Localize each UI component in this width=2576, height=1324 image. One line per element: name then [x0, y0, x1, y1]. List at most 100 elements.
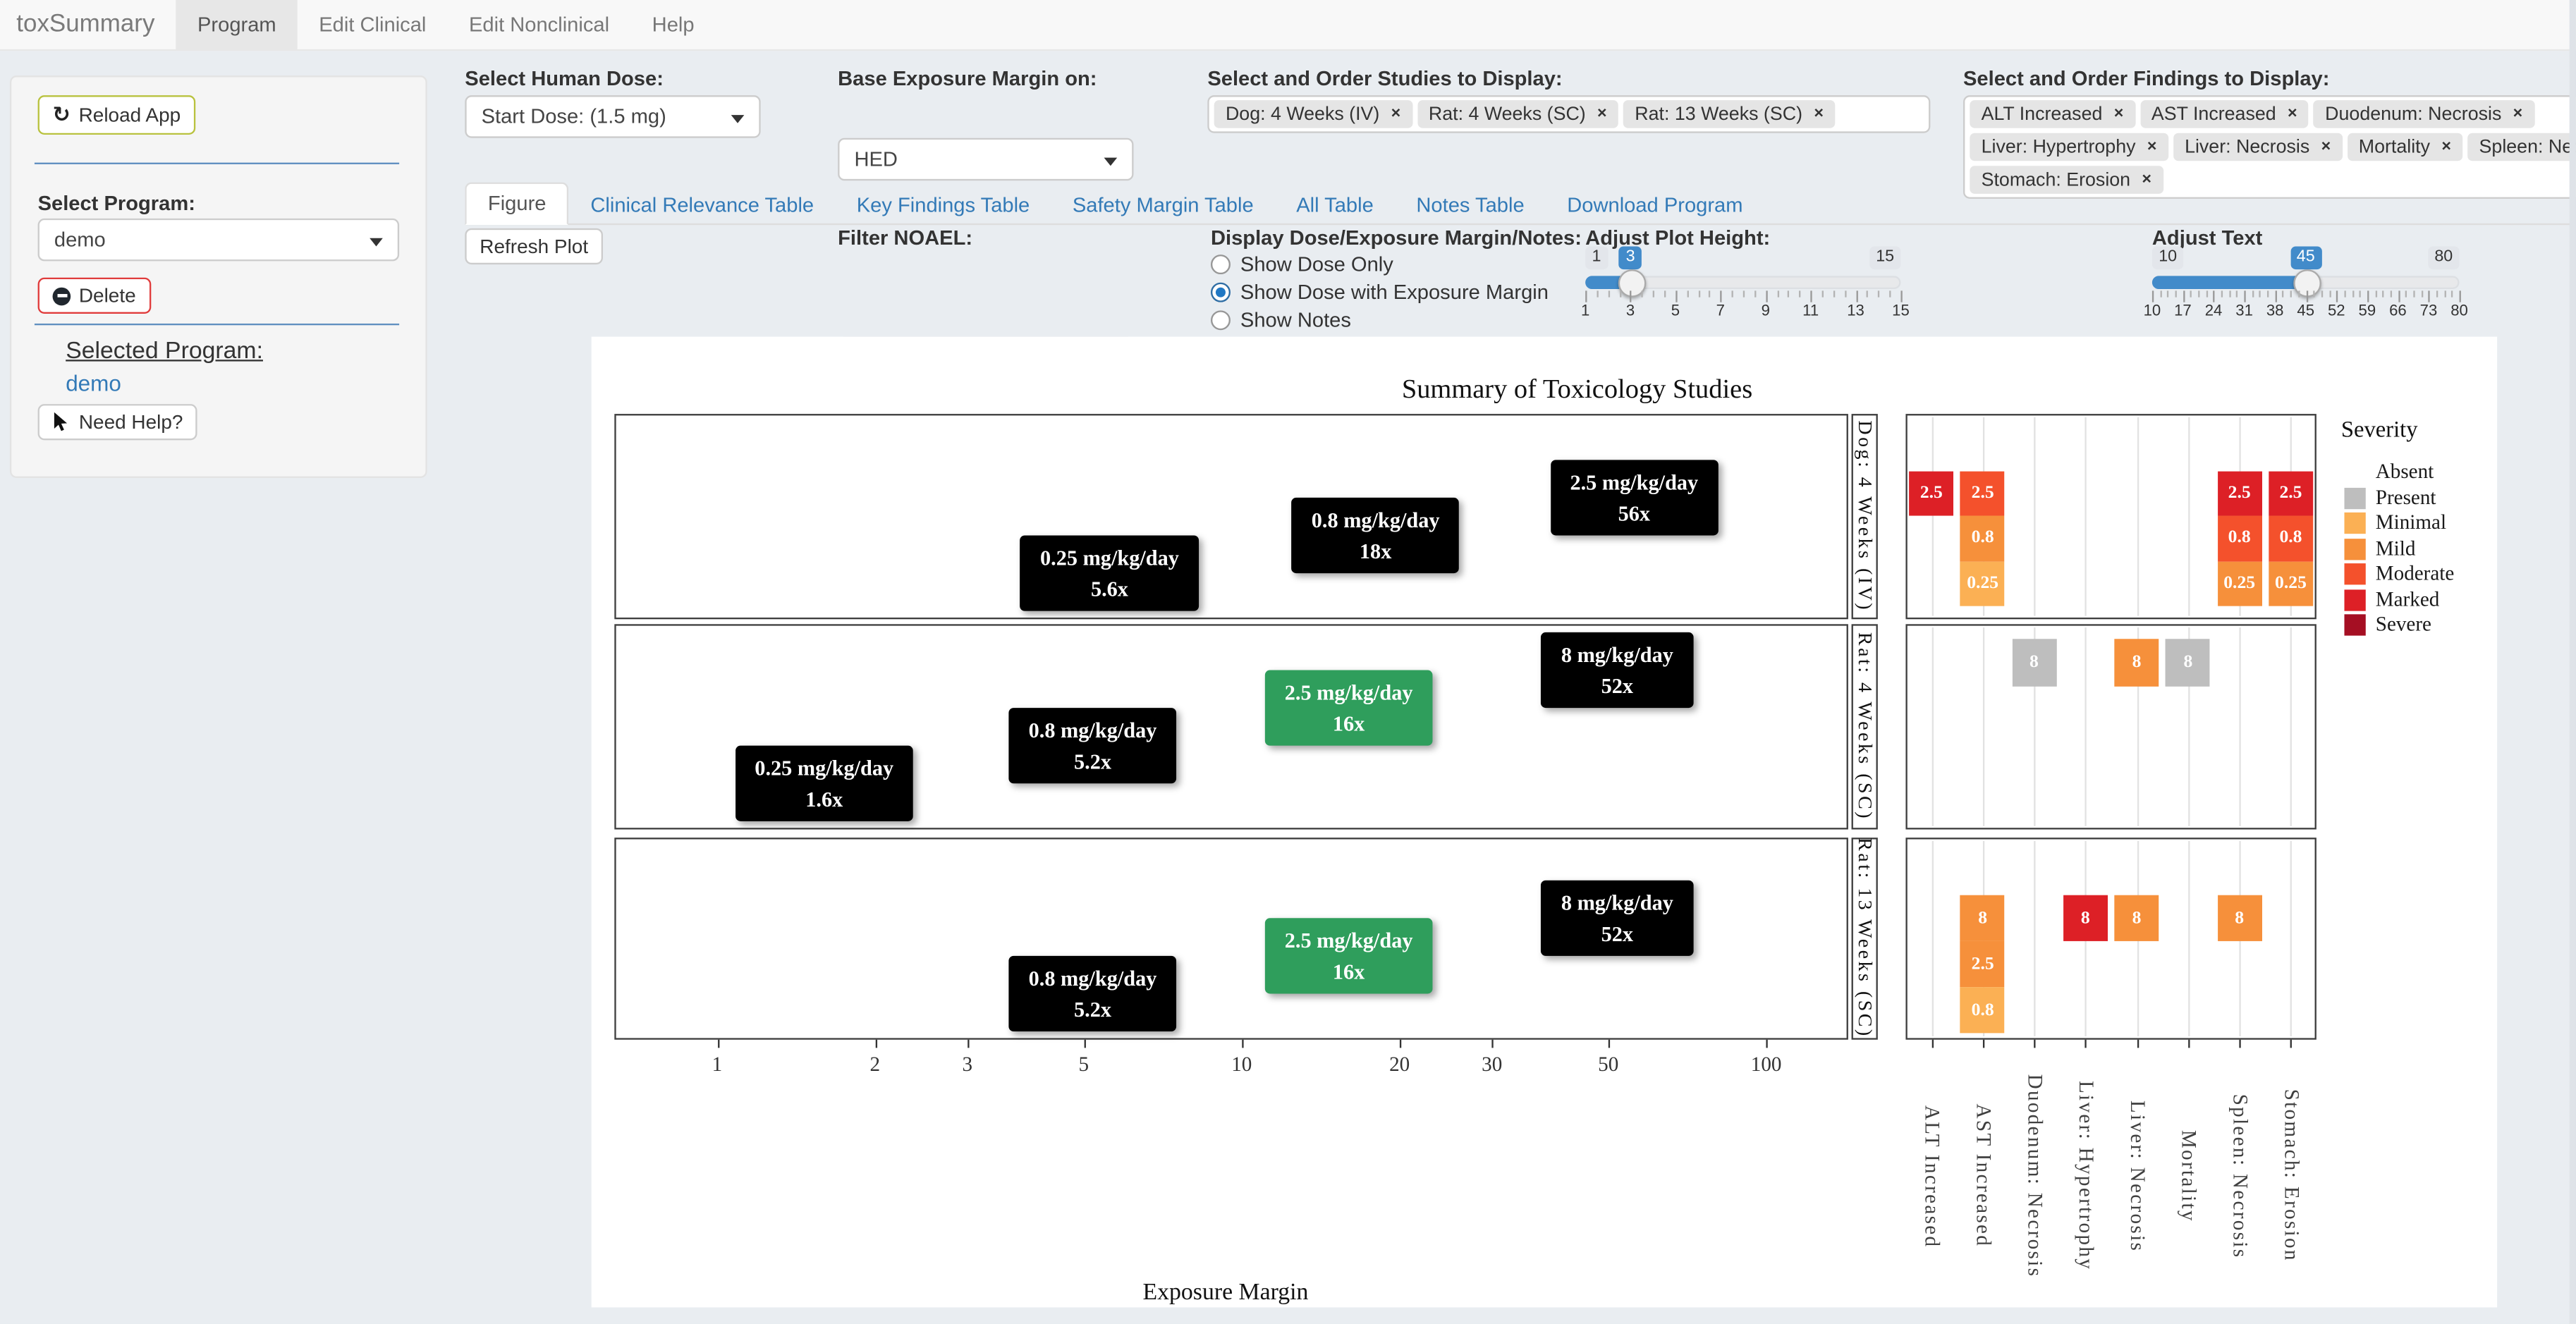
tab-figure[interactable]: Figure [465, 183, 569, 226]
slider-minor-tick [1687, 290, 1688, 297]
adjust-text-slider[interactable]: 1080451017243138455259667380 [2152, 246, 2460, 321]
human-dose-value: Start Dose: (1.5 mg) [482, 105, 666, 128]
studies-tagbox[interactable]: Dog: 4 Weeks (IV)×Rat: 4 Weeks (SC)×Rat:… [1207, 95, 1930, 133]
slider-major-tick [1856, 290, 1857, 302]
tab-clinical-relevance-table[interactable]: Clinical Relevance Table [569, 185, 835, 225]
dose-label: 0.8 mg/kg/day [1029, 714, 1157, 745]
slider-minor-tick [2160, 290, 2161, 297]
radio-option-show-dose-only[interactable]: Show Dose Only [1211, 251, 1549, 277]
remove-tag-icon[interactable]: × [2114, 106, 2124, 122]
dose-label: 2.5 mg/kg/day [1570, 467, 1698, 498]
exposure-margin-label: 5.6x [1040, 573, 1179, 604]
finding-column-label: Liver: Hypertrophy [2073, 1081, 2098, 1270]
legend-label: Present [2376, 485, 2436, 510]
reload-app-label: Reload App [79, 104, 181, 127]
finding-tag-liver-hypertrophy[interactable]: Liver: Hypertrophy× [1970, 133, 2168, 161]
finding-tag-duodenum-necrosis[interactable]: Duodenum: Necrosis × [2314, 100, 2534, 128]
delete-program-button[interactable]: Delete [38, 278, 151, 314]
legend-swatch [2344, 614, 2365, 635]
remove-tag-icon[interactable]: × [1391, 106, 1401, 122]
dose-label: 0.25 mg/kg/day [755, 752, 893, 783]
slider-minor-tick [1608, 290, 1609, 297]
legend-swatch [2344, 538, 2365, 559]
legend-swatch [2344, 513, 2365, 534]
study-tag-rat-13-weeks-sc[interactable]: Rat: 13 Weeks (SC)× [1623, 100, 1835, 128]
human-dose-select[interactable]: Start Dose: (1.5 mg) [465, 95, 760, 138]
study-tag-dog-4-weeks-iv[interactable]: Dog: 4 Weeks (IV)× [1214, 100, 1412, 128]
remove-tag-icon[interactable]: × [2288, 106, 2297, 122]
finding-tag-label: Duodenum: Necrosis [2325, 104, 2501, 124]
sidebar-divider [35, 163, 399, 164]
findings-tagbox[interactable]: ALT Increased×AST Increased×Duodenum: Ne… [1963, 95, 2576, 199]
severity-cell: 0.8 [2217, 516, 2261, 561]
scrollbar[interactable] [2570, 0, 2576, 1324]
tab-key-findings-table[interactable]: Key Findings Table [835, 185, 1051, 225]
finding-label-wrap: Mortality [2172, 1053, 2205, 1299]
slider-minor-tick [2421, 290, 2422, 297]
nav-item-edit-clinical[interactable]: Edit Clinical [298, 0, 448, 49]
finding-tag-mortality[interactable]: Mortality× [2347, 133, 2462, 161]
slider-minor-tick [1642, 290, 1643, 297]
nav-item-edit-nonclinical[interactable]: Edit Nonclinical [448, 0, 631, 49]
sidebar-divider-2 [35, 324, 399, 325]
sidebar-panel: ↻ Reload App Select Program: demo Delete… [10, 75, 427, 478]
remove-tag-icon[interactable]: × [2441, 139, 2451, 155]
remove-tag-icon[interactable]: × [1814, 106, 1824, 122]
exposure-margin-label: 52x [1561, 670, 1673, 701]
slider-minor-tick [2175, 290, 2177, 297]
selected-program-value[interactable]: demo [66, 372, 121, 396]
need-help-button[interactable]: Need Help? [38, 404, 198, 440]
severity-cell: 8 [2115, 895, 2159, 940]
slider-minor-tick [2383, 290, 2384, 297]
x-axis-tick [967, 1040, 969, 1048]
remove-tag-icon[interactable]: × [1597, 106, 1607, 122]
remove-tag-icon[interactable]: × [2513, 106, 2523, 122]
reload-app-button[interactable]: ↻ Reload App [38, 95, 196, 135]
slider-major-tick [1675, 290, 1677, 302]
radio-option-show-notes[interactable]: Show Notes [1211, 307, 1549, 333]
finding-tag-ast-increased[interactable]: AST Increased× [2140, 100, 2309, 128]
base-margin-select[interactable]: HED [838, 138, 1133, 181]
slider-major-tick [1811, 290, 1812, 302]
refresh-plot-button[interactable]: Refresh Plot [465, 228, 603, 264]
nav-item-help[interactable]: Help [630, 0, 715, 49]
slider-minor-tick [1619, 290, 1620, 297]
slider-min-label: 1 [1585, 246, 1608, 269]
slider-value-label: 45 [2290, 246, 2321, 269]
study-tag-rat-4-weeks-sc[interactable]: Rat: 4 Weeks (SC)× [1417, 100, 1618, 128]
severity-cell: 8 [2012, 639, 2056, 685]
nav-item-program[interactable]: Program [176, 0, 298, 49]
dose-box-rat-13-weeks-sc-8-mg-kg-day: 8 mg/kg/day52x [1542, 881, 1693, 956]
finding-tag-liver-necrosis[interactable]: Liver: Necrosis× [2173, 133, 2343, 161]
heatmap-gridline [2085, 417, 2087, 616]
radio-option-show-dose-with-exposure-margin[interactable]: Show Dose with Exposure Margin [1211, 279, 1549, 305]
dose-label: 8 mg/kg/day [1561, 639, 1673, 670]
remove-tag-icon[interactable]: × [2147, 139, 2157, 155]
slider-minor-tick [1743, 290, 1745, 297]
radio-selected-icon[interactable] [1211, 283, 1231, 302]
finding-column-label: Spleen: Necrosis [2227, 1093, 2252, 1258]
selected-program-heading: Selected Program: [66, 338, 263, 364]
remove-tag-icon[interactable]: × [2321, 139, 2331, 155]
radio-label: Show Dose Only [1240, 253, 1393, 276]
legend-item-severe: Severe [2344, 613, 2431, 637]
slider-minor-tick [2283, 290, 2284, 297]
radio-unselected-icon[interactable] [1211, 255, 1231, 274]
tab-download-program[interactable]: Download Program [1546, 185, 1764, 225]
program-select[interactable]: demo [38, 219, 400, 262]
tab-all-table[interactable]: All Table [1275, 185, 1395, 225]
study-strip-label: Dog: 4 Weeks (IV) [1852, 421, 1877, 613]
finding-tag-alt-increased[interactable]: ALT Increased× [1970, 100, 2135, 128]
severity-cell: 8 [2217, 895, 2261, 940]
slider-minor-tick [2375, 290, 2376, 297]
radio-unselected-icon[interactable] [1211, 310, 1231, 330]
slider-major-tick [2306, 290, 2307, 302]
finding-column-label: Liver: Necrosis [2125, 1100, 2149, 1251]
heatmap-gridline [2290, 841, 2292, 1036]
tab-safety-margin-table[interactable]: Safety Margin Table [1051, 185, 1275, 225]
plot-height-slider[interactable]: 115313579111315 [1585, 246, 1900, 321]
refresh-plot-label: Refresh Plot [480, 235, 588, 258]
finding-tag-spleen-necrosis[interactable]: Spleen: Necrosis× [2467, 133, 2576, 161]
dose-box-dog-4-weeks-iv-2-5-mg-kg-day: 2.5 mg/kg/day56x [1550, 460, 1718, 535]
tab-notes-table[interactable]: Notes Table [1395, 185, 1546, 225]
